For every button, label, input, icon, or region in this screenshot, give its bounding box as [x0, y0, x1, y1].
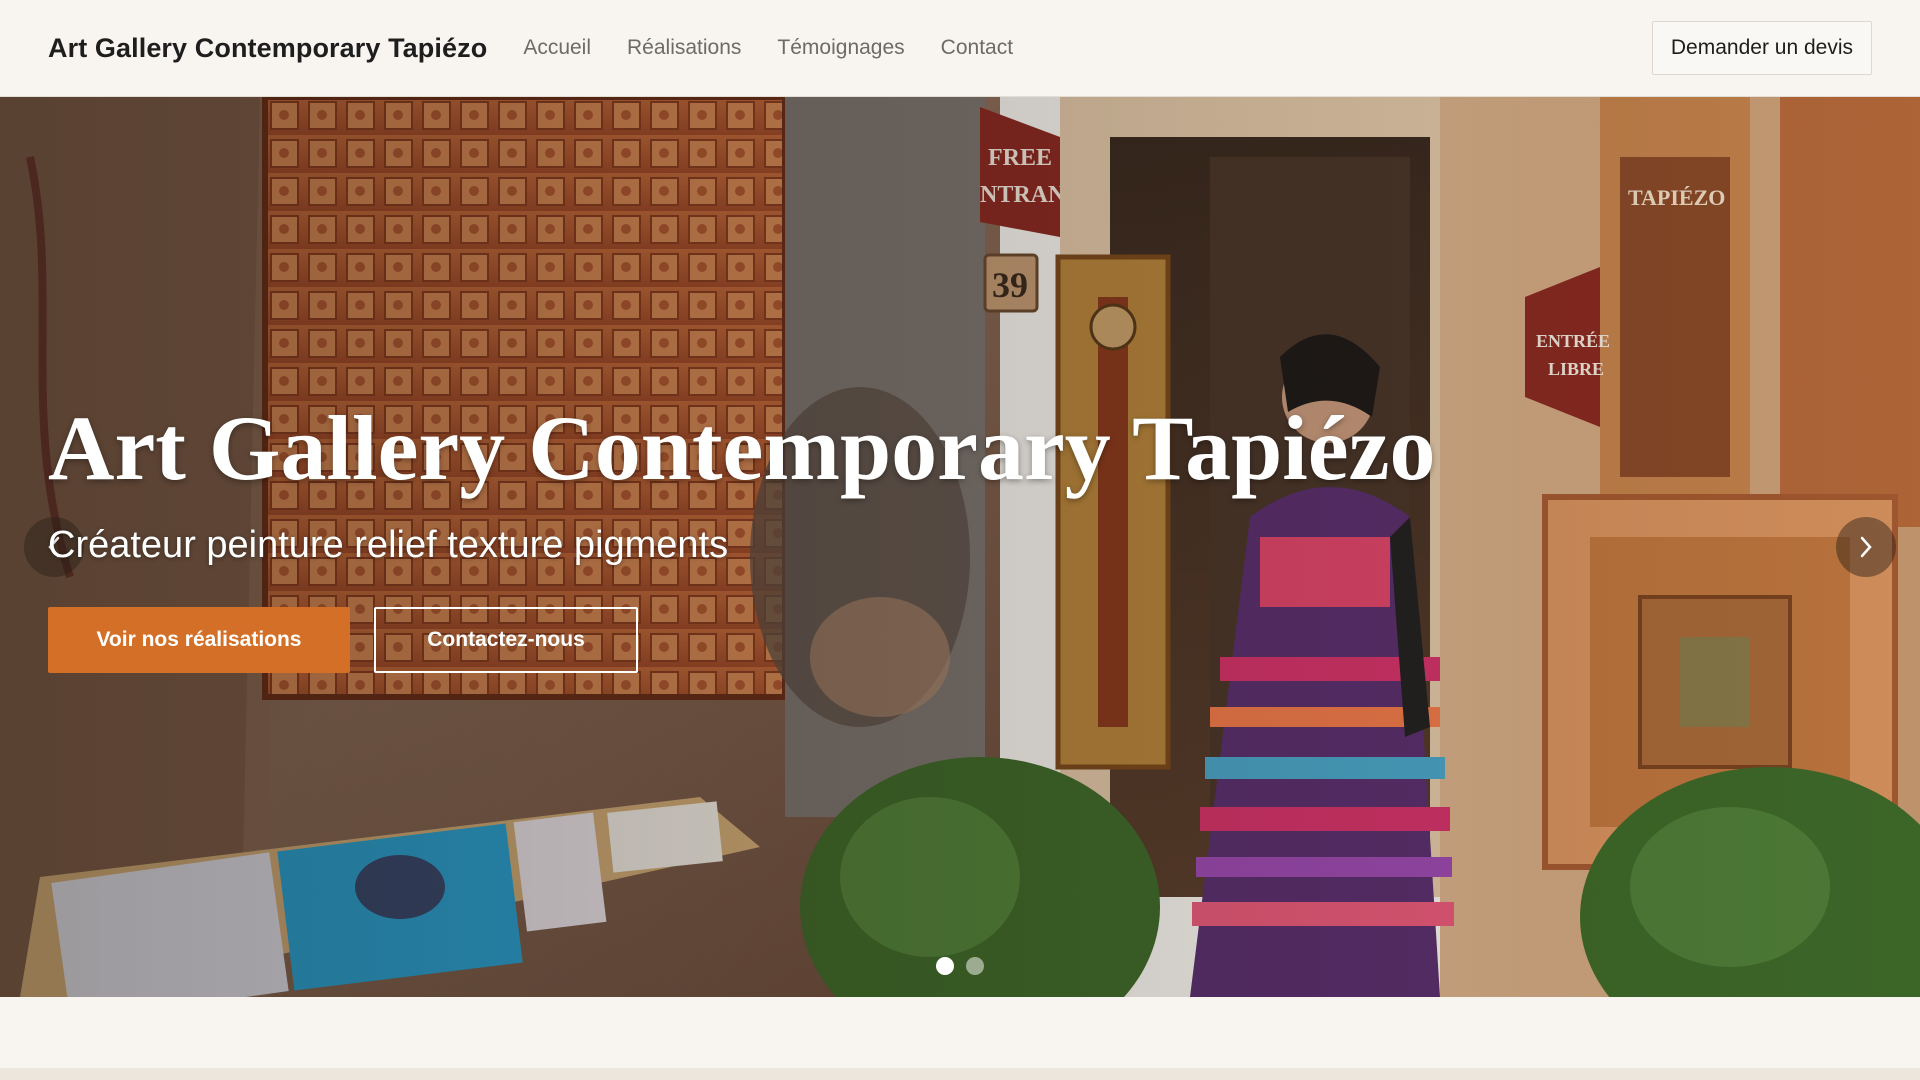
hero-carousel: FREE NTRANCE 39 TAPIÉZO ENTRÉE LIBRE [0, 97, 1920, 997]
main-nav: Accueil Réalisations Témoignages Contact [523, 36, 1049, 60]
brand-logo-text[interactable]: Art Gallery Contemporary Tapiézo [48, 33, 487, 64]
nav-link-accueil[interactable]: Accueil [523, 36, 591, 60]
contact-us-button[interactable]: Contactez-nous [374, 607, 638, 673]
view-works-button[interactable]: Voir nos réalisations [48, 607, 350, 673]
hero-subtitle: Créateur peinture relief texture pigment… [48, 524, 729, 566]
nav-link-contact[interactable]: Contact [941, 36, 1013, 60]
chevron-right-icon [1860, 536, 1872, 558]
request-quote-button[interactable]: Demander un devis [1651, 21, 1872, 75]
hero-title: Art Gallery Contemporary Tapiézo [48, 397, 1436, 499]
hero-content: Art Gallery Contemporary Tapiézo Créateu… [48, 402, 1435, 673]
site-header: Art Gallery Contemporary Tapiézo Accueil… [0, 0, 1920, 97]
carousel-dot-2[interactable] [966, 957, 984, 975]
carousel-dot-1[interactable] [936, 957, 954, 975]
carousel-next-button[interactable] [1836, 517, 1896, 577]
hero-actions: Voir nos réalisations Contactez-nous [48, 607, 1435, 673]
carousel-dots [0, 957, 1920, 975]
nav-link-temoignages[interactable]: Témoignages [777, 36, 904, 60]
next-section-edge [0, 1068, 1920, 1080]
nav-link-realisations[interactable]: Réalisations [627, 36, 741, 60]
